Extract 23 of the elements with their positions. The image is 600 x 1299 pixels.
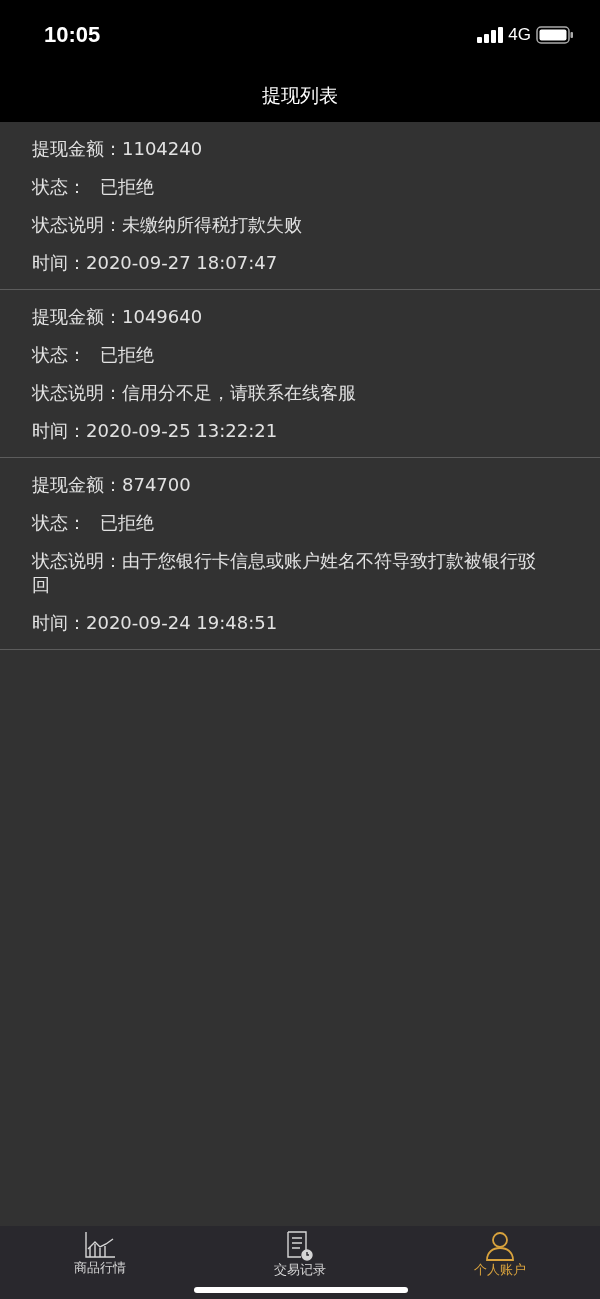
tab-item[interactable]: 商品行情 — [0, 1231, 200, 1277]
page-title: 提现列表 — [262, 83, 338, 108]
person-icon — [485, 1231, 515, 1261]
tab-item[interactable]: 交易记录 — [200, 1231, 400, 1279]
record-field: 时间：2020-09-25 13:22:21 — [32, 412, 552, 450]
tab-item[interactable]: 个人账户 — [400, 1231, 600, 1279]
record-field: 提现金额：1104240 — [32, 130, 552, 168]
network-label: 4G — [508, 25, 531, 45]
record-field: 状态： 已拒绝 — [32, 336, 552, 374]
record-field: 状态说明：未缴纳所得税打款失败 — [32, 206, 552, 244]
record-field: 提现金额：1049640 — [32, 298, 552, 336]
signal-icon — [477, 27, 504, 43]
record-field: 时间：2020-09-27 18:07:47 — [32, 244, 552, 282]
record-field: 状态说明：信用分不足，请联系在线客服 — [32, 374, 552, 412]
chart-icon — [84, 1231, 116, 1259]
battery-icon — [536, 26, 574, 44]
status-time: 10:05 — [44, 22, 101, 48]
record-field: 提现金额：874700 — [32, 466, 552, 504]
document-clock-icon — [286, 1231, 314, 1261]
record-field: 时间：2020-09-24 19:48:51 — [32, 604, 552, 642]
record-field: 状态说明：由于您银行卡信息或账户姓名不符导致打款被银行驳回 — [32, 542, 552, 604]
record-field: 状态： 已拒绝 — [32, 168, 552, 206]
record-field: 状态： 已拒绝 — [32, 504, 552, 542]
